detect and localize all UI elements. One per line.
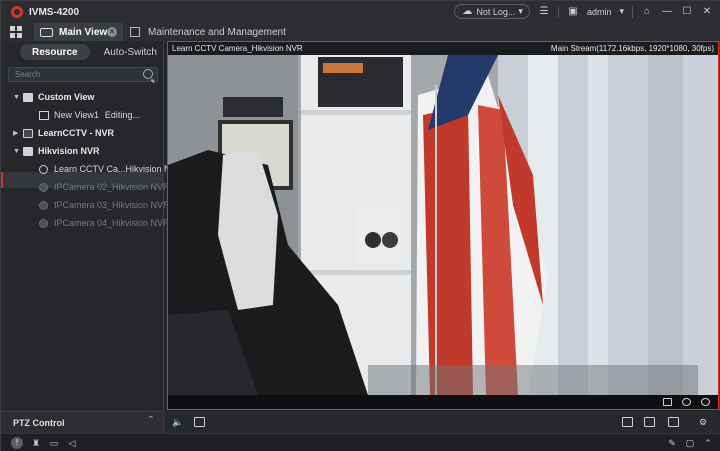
hikvision-logo-icon: [11, 6, 23, 18]
stream-info: Main Stream(1172.16kbps, 1920*1080, 30fp…: [550, 44, 714, 53]
user-chevron-icon[interactable]: ▾: [619, 6, 624, 17]
instant-playback-icon[interactable]: [701, 398, 710, 406]
stop-all-icon[interactable]: [644, 417, 655, 427]
tree-node-label: IPCamera 02_Hikvision NVR: [54, 182, 170, 192]
user-name[interactable]: admin: [587, 7, 612, 17]
window-division-icon[interactable]: [622, 417, 633, 427]
tab-main-view[interactable]: Main View ×: [34, 23, 123, 41]
resource-toggle: Resource Auto-Switch: [1, 41, 163, 63]
camera-offline-icon: [39, 200, 48, 210]
tab-close-icon[interactable]: ×: [107, 27, 117, 37]
camera-offline-icon: [39, 182, 48, 192]
tree-node-camera[interactable]: IPCamera 02_Hikvision NVR: [39, 179, 170, 195]
cloud-login-label: Not Log...: [476, 6, 516, 17]
tree-node-camera[interactable]: IPCamera 04_Hikvision NVR: [39, 215, 170, 231]
lock-icon[interactable]: ⌂: [641, 6, 653, 18]
expand-arrow-icon[interactable]: ▼: [13, 94, 23, 101]
search-box: [8, 67, 158, 82]
tree-node-label: Custom View: [38, 92, 95, 102]
capture-icon[interactable]: [663, 398, 672, 406]
search-icon[interactable]: [143, 69, 153, 79]
divider: [557, 5, 559, 18]
tree-node-hikvision-nvr[interactable]: ▼ Hikvision NVR: [13, 143, 100, 159]
maximize-icon[interactable]: ☐: [681, 6, 693, 18]
resource-sidebar: Resource Auto-Switch ▼ Custom View New V…: [1, 41, 183, 433]
monitor-icon: [40, 27, 53, 37]
tab-maintenance[interactable]: Maintenance and Management: [128, 23, 286, 41]
audio-mute-icon[interactable]: ◁: [67, 438, 77, 448]
volume-icon[interactable]: 🔈: [172, 417, 183, 427]
cloud-icon: ☁: [462, 6, 473, 17]
nvr-device-icon: [23, 146, 33, 156]
search-input[interactable]: [9, 68, 139, 81]
app-title: IVMS-4200: [29, 6, 80, 18]
ptz-control-panel[interactable]: PTZ Control ⌃: [1, 411, 163, 433]
tree-node-camera[interactable]: IPCamera 03_Hikvision NVR: [39, 197, 170, 213]
divider: [632, 5, 633, 18]
settings-panel-icon: [130, 27, 140, 37]
cloud-login-button[interactable]: ☁ Not Log... ▾: [454, 4, 530, 19]
status-bar: ! ♜ ▭ ◁ ✎ ▢ ⌃: [1, 433, 720, 451]
expand-arrow-icon[interactable]: ▶: [13, 129, 23, 137]
tab-label: Main View: [59, 26, 108, 38]
tree-node-label: LearnCCTV - NVR: [38, 128, 115, 138]
live-view-window[interactable]: Learn CCTV Camera_Hikvision NVR Main Str…: [167, 41, 719, 410]
event-icon[interactable]: ♜: [31, 438, 41, 448]
live-view-toolbar: 🔈 ⚙: [164, 411, 720, 433]
window-icon[interactable]: ▢: [685, 438, 695, 448]
app-window: IVMS-4200 ☁ Not Log... ▾ ☰ ▣ admin ▾ ⌂ —…: [0, 0, 720, 451]
list-icon[interactable]: ☰: [538, 6, 550, 18]
alarm-output-icon[interactable]: ▭: [49, 438, 59, 448]
expand-arrow-icon[interactable]: ▼: [13, 148, 23, 155]
live-video-feed[interactable]: [168, 55, 718, 395]
tree-node-label: Learn CCTV Ca...Hikvision NVR: [54, 164, 184, 174]
expand-up-icon[interactable]: ⌃: [703, 438, 713, 448]
module-grid-icon[interactable]: [10, 26, 22, 38]
live-video-image: [168, 55, 718, 395]
tree-node-label: New View1: [54, 110, 99, 120]
title-bar-controls: ☁ Not Log... ▾ ☰ ▣ admin ▾ ⌂ — ☐ ✕: [454, 4, 713, 19]
ptz-control-label: PTZ Control: [13, 417, 65, 428]
video-toolbar: [168, 395, 718, 409]
folder-icon: [23, 92, 33, 102]
camera-name: Learn CCTV Camera_Hikvision NVR: [172, 44, 303, 53]
chevron-down-icon: ▾: [518, 6, 523, 16]
tree-node-learncctv-nvr[interactable]: ▶ LearnCCTV - NVR: [13, 125, 114, 141]
tree-node-custom-view[interactable]: ▼ Custom View: [13, 89, 94, 105]
camera-online-icon: [39, 164, 48, 174]
close-icon[interactable]: ✕: [701, 6, 713, 18]
resource-tab[interactable]: Resource: [20, 44, 90, 60]
camera-offline-icon: [39, 218, 48, 228]
fullscreen-icon[interactable]: [668, 417, 679, 427]
tree-node-status: Editing...: [104, 110, 140, 120]
alarm-icon[interactable]: !: [11, 437, 23, 449]
nvr-device-icon: [23, 128, 33, 138]
save-icon[interactable]: [194, 417, 205, 427]
tree-node-camera[interactable]: Learn CCTV Ca...Hikvision NVR: [39, 161, 183, 177]
tab-label: Maintenance and Management: [148, 26, 286, 38]
settings-gear-icon[interactable]: ⚙: [698, 417, 708, 427]
title-bar: IVMS-4200 ☁ Not Log... ▾ ☰ ▣ admin ▾ ⌂ —…: [1, 1, 720, 23]
tab-bar: Main View × Maintenance and Management: [1, 23, 720, 41]
auto-switch-tab[interactable]: Auto-Switch: [104, 47, 157, 58]
image-icon[interactable]: ▣: [567, 6, 579, 18]
tree-node-label: Hikvision NVR: [38, 146, 100, 156]
tree-node-label: IPCamera 04_Hikvision NVR: [54, 218, 170, 228]
view-icon: [39, 110, 49, 120]
tree-node-new-view[interactable]: New View1 Editing...: [39, 107, 140, 123]
tree-node-label: IPCamera 03_Hikvision NVR: [54, 200, 170, 210]
record-icon[interactable]: [682, 398, 691, 406]
video-header: Learn CCTV Camera_Hikvision NVR Main Str…: [168, 42, 718, 55]
pin-icon[interactable]: ✎: [667, 438, 677, 448]
chevron-up-icon[interactable]: ⌃: [147, 415, 155, 426]
minimize-icon[interactable]: —: [661, 6, 673, 18]
